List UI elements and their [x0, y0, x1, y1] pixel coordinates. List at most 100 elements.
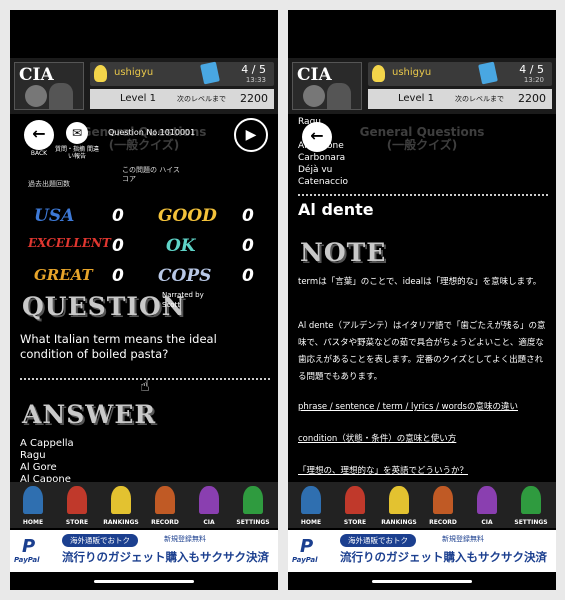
related-link[interactable]: phrase / sentence / term / lyrics / word…: [298, 400, 518, 412]
hiscore-label: この問題の ハイスコア: [122, 166, 180, 183]
timer: 13:20: [523, 76, 544, 84]
back-button[interactable]: ←: [24, 120, 54, 150]
answer-choice[interactable]: Al Gore: [20, 462, 74, 474]
ad-main-text: 流行りのガジェット購入もサクサク決済: [340, 550, 547, 564]
score-cops: COPS: [158, 266, 212, 286]
status-bar: [288, 10, 556, 58]
question-text: What Italian term means the ideal condit…: [20, 332, 217, 361]
score-ok: OK: [166, 236, 196, 256]
report-button[interactable]: ✉: [66, 122, 88, 144]
answer-choice[interactable]: Ragu: [20, 450, 74, 462]
ticket-count: 4 / 5: [519, 63, 544, 76]
play-button[interactable]: ▶: [234, 118, 268, 152]
score-usa-value: 0: [112, 206, 124, 226]
home-character-icon: [23, 486, 43, 514]
nav-cia[interactable]: CIA: [188, 482, 230, 528]
level-label: Level 1: [398, 93, 434, 104]
bulb-icon: [372, 65, 385, 82]
paypal-logo: P PayPal: [292, 536, 318, 564]
nav-home[interactable]: HOME: [12, 482, 54, 528]
nav-rankings[interactable]: RANKINGS: [100, 482, 142, 528]
store-character-icon: [345, 486, 365, 514]
answer-choices: A Cappella Ragu Al Gore Al Capone: [20, 438, 74, 486]
nav-settings[interactable]: SETTINGS: [232, 482, 274, 528]
cia-character-icon: [477, 486, 497, 514]
ticket-icon: [478, 61, 498, 85]
narrated-by: Narrated by Scott: [162, 291, 204, 309]
related-link[interactable]: condition（状態・条件）の意味と使い方: [298, 432, 456, 444]
nav-record[interactable]: RECORD: [422, 482, 464, 528]
play-icon: ▶: [245, 127, 257, 143]
related-link[interactable]: 「理想の、理想的な」を英語でどういうか？: [298, 464, 468, 476]
note-paragraph: Al dente（アルデンテ）はイタリア語で「歯ごたえが残る」の意味で、パスタや…: [298, 321, 546, 382]
divider: [298, 194, 548, 196]
ad-banner[interactable]: P PayPal 海外通販でおトク 新規登録無料 流行りのガジェット購入もサクサク…: [10, 530, 278, 572]
times-asked-label: 過去出題回数: [28, 180, 70, 188]
rankings-character-icon: [111, 486, 131, 514]
back-label: BACK: [30, 150, 48, 157]
nav-settings[interactable]: SETTINGS: [510, 482, 552, 528]
store-character-icon: [67, 486, 87, 514]
level-row: Level 1 次のレベルまで 2200: [90, 89, 274, 109]
cia-logo: CIA: [292, 62, 362, 110]
paypal-logo: P PayPal: [14, 536, 40, 564]
home-indicator[interactable]: [372, 580, 472, 583]
note-paragraph: termは「言葉」のことで、idealは「理想的な」を意味します。: [298, 277, 542, 287]
home-indicator[interactable]: [94, 580, 194, 583]
answer-heading: ANSWER: [22, 400, 157, 429]
username: ushigyu: [114, 67, 154, 78]
answer-choice[interactable]: A Cappella: [20, 438, 74, 450]
bottom-nav: HOME STORE RANKINGS RECORD CIA SETTINGS: [10, 482, 278, 528]
score-ok-value: 0: [242, 236, 254, 256]
bulb-icon: [94, 65, 107, 82]
question-number: Question No.1010001: [108, 128, 196, 137]
timer: 13:33: [245, 76, 266, 84]
logo-text: CIA: [19, 65, 54, 85]
ticket-count: 4 / 5: [241, 63, 266, 76]
ticket-icon: [200, 61, 220, 85]
user-row: ushigyu 4 / 5 13:20: [368, 61, 552, 86]
correct-answer: Al dente: [298, 200, 374, 219]
home-character-icon: [301, 486, 321, 514]
score-usa: USA: [34, 206, 75, 226]
mail-icon: ✉: [71, 126, 83, 140]
cia-logo: CIA: [14, 62, 84, 110]
nav-home[interactable]: HOME: [290, 482, 332, 528]
logo-text: CIA: [297, 65, 332, 85]
user-row: ushigyu 4 / 5 13:33: [90, 61, 274, 86]
score-cops-value: 0: [242, 266, 254, 286]
ad-fee: 新規登録無料: [164, 535, 206, 543]
top-bar: CIA ushigyu 4 / 5 13:33 Level 1 次のレベルまで …: [10, 58, 278, 114]
nav-store[interactable]: STORE: [56, 482, 98, 528]
phone-right: CIA ushigyu 4 / 5 13:20 Level 1 次のレベルまで …: [288, 10, 556, 590]
back-arrow-icon: ←: [310, 126, 324, 145]
nav-store[interactable]: STORE: [334, 482, 376, 528]
back-arrow-icon: ←: [32, 124, 46, 143]
score-excellent: EXCELLENT: [28, 236, 111, 250]
next-level-value: 2200: [240, 92, 268, 105]
level-row: Level 1 次のレベルまで 2200: [368, 89, 552, 109]
phone-left: CIA ushigyu 4 / 5 13:33 Level 1 次のレベルまで …: [10, 10, 278, 590]
status-bar: [10, 10, 278, 58]
choice-item: Déjà vu: [298, 165, 333, 175]
choice-item: Carbonara: [298, 153, 346, 163]
back-button[interactable]: ←: [302, 122, 332, 152]
username: ushigyu: [392, 67, 432, 78]
nav-cia[interactable]: CIA: [466, 482, 508, 528]
ad-banner[interactable]: P PayPal 海外通販でおトク 新規登録無料 流行りのガジェット購入もサクサク…: [288, 530, 556, 572]
settings-character-icon: [243, 486, 263, 514]
score-excellent-value: 0: [112, 236, 124, 256]
report-label: 質問・指摘 間違い報告: [55, 146, 99, 160]
record-character-icon: [155, 486, 175, 514]
bottom-nav: HOME STORE RANKINGS RECORD CIA SETTINGS: [288, 482, 556, 528]
score-great: GREAT: [34, 266, 93, 284]
cia-character-icon: [199, 486, 219, 514]
note-heading: NOTE: [300, 238, 387, 267]
next-level-value: 2200: [518, 92, 546, 105]
score-good-value: 0: [242, 206, 254, 226]
tap-hand-icon[interactable]: ☝: [140, 376, 150, 395]
settings-character-icon: [521, 486, 541, 514]
nav-rankings[interactable]: RANKINGS: [378, 482, 420, 528]
nav-record[interactable]: RECORD: [144, 482, 186, 528]
score-good: GOOD: [158, 206, 217, 226]
